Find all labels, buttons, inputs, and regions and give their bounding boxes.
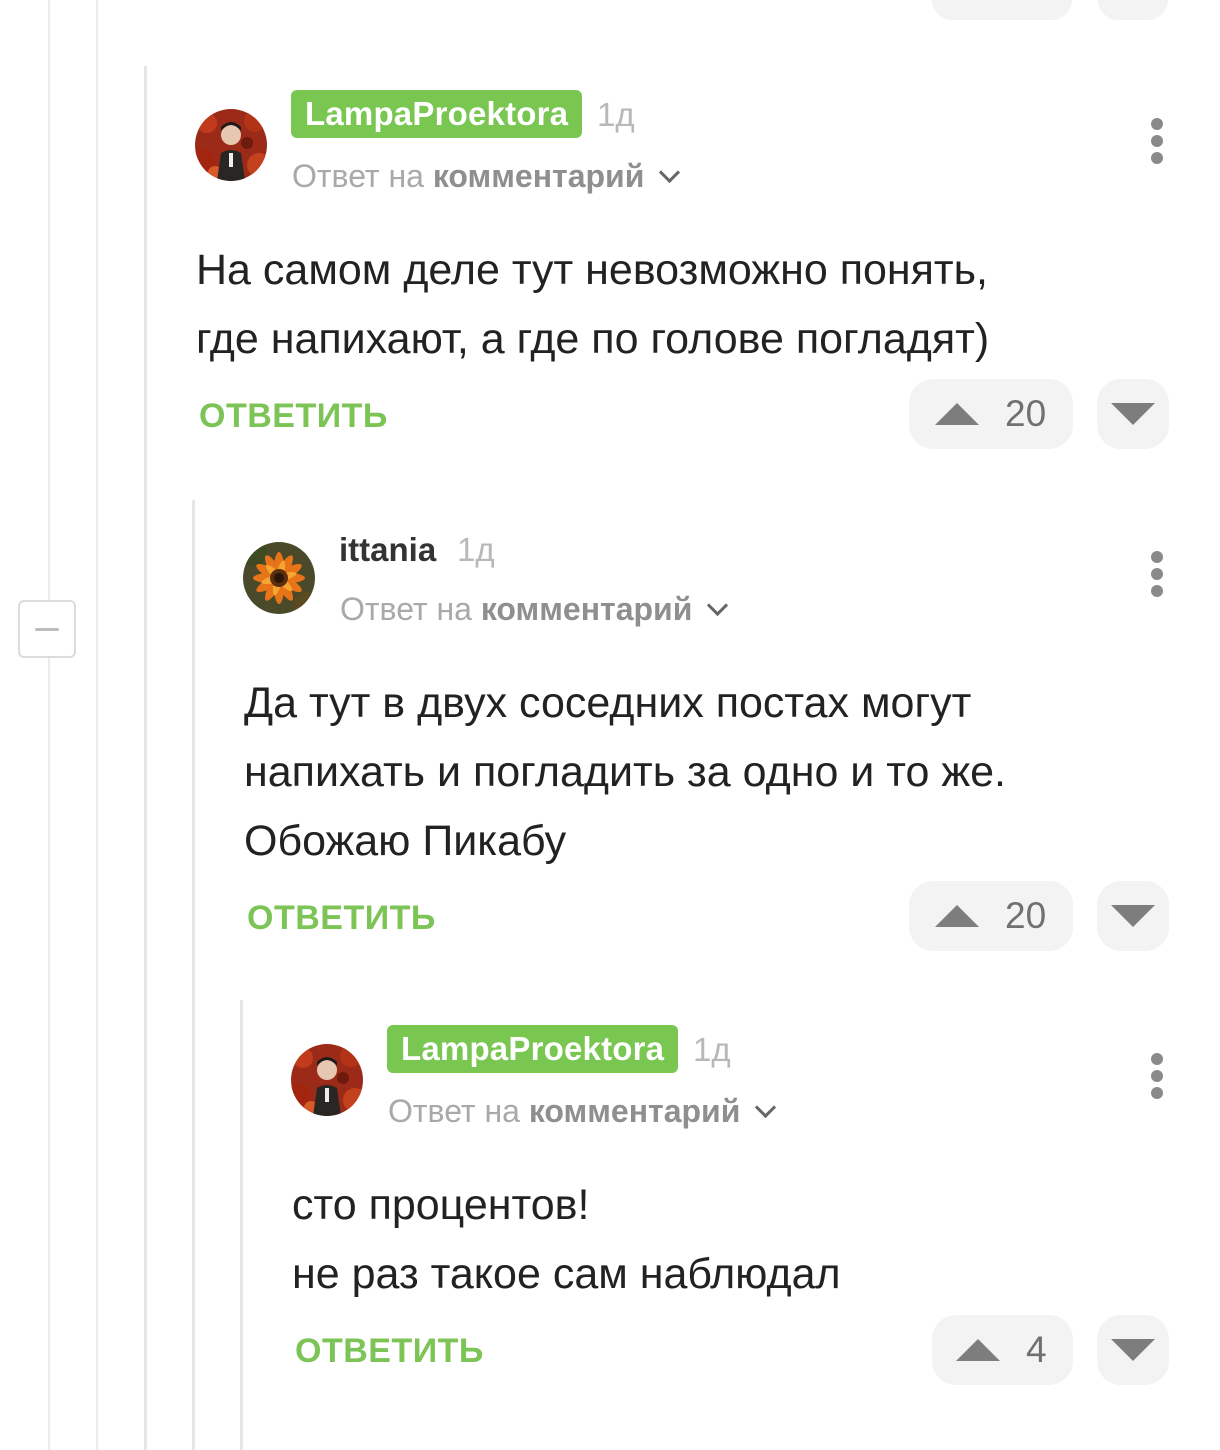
triangle-down-icon bbox=[1111, 905, 1155, 927]
reply-button[interactable]: ОТВЕТИТЬ bbox=[295, 1332, 484, 1371]
avatar[interactable] bbox=[243, 542, 315, 614]
rating-count: 20 bbox=[1005, 895, 1047, 936]
triangle-down-icon bbox=[1111, 1339, 1155, 1361]
chevron-down-icon[interactable] bbox=[755, 1096, 777, 1119]
author-name[interactable]: LampaProektora bbox=[291, 90, 583, 138]
minus-icon bbox=[35, 628, 59, 631]
author-name[interactable]: LampaProektora bbox=[387, 1025, 679, 1073]
downvote-button[interactable] bbox=[1097, 881, 1169, 951]
author-name[interactable]: ittania bbox=[339, 531, 436, 569]
thread-guide-line-2 bbox=[96, 0, 98, 1450]
downvote-button[interactable] bbox=[1097, 1315, 1169, 1385]
reply-prefix: Ответ на bbox=[340, 591, 472, 627]
comment-text: сто процентов! не раз такое сам наблюдал bbox=[292, 1181, 841, 1298]
chevron-down-icon[interactable] bbox=[659, 161, 681, 184]
thread-line-comment-1 bbox=[144, 66, 147, 1450]
previous-upvote-button[interactable] bbox=[932, 0, 1072, 20]
chevron-down-icon[interactable] bbox=[707, 594, 729, 617]
comment-time: 1д bbox=[457, 531, 495, 568]
collapse-thread-button[interactable] bbox=[18, 600, 76, 658]
triangle-up-icon bbox=[956, 1339, 1000, 1361]
reply-context[interactable]: Ответ на комментарий bbox=[340, 591, 729, 628]
triangle-down-icon bbox=[1111, 403, 1155, 425]
rating-count: 4 bbox=[1026, 1329, 1047, 1370]
reply-button[interactable]: ОТВЕТИТЬ bbox=[199, 397, 388, 436]
previous-downvote-button[interactable] bbox=[1098, 0, 1168, 20]
avatar[interactable] bbox=[291, 1044, 363, 1116]
comment-text: На самом деле тут невозможно понять, где… bbox=[196, 246, 990, 363]
thread-guide-line-1-lower bbox=[48, 658, 50, 1450]
reply-target-link[interactable]: комментарий bbox=[433, 158, 645, 194]
downvote-button[interactable] bbox=[1097, 379, 1169, 449]
kebab-menu-icon[interactable] bbox=[1149, 118, 1165, 168]
comment-text: Да тут в двух соседних постах могут напи… bbox=[244, 679, 1006, 865]
comment-time: 1д bbox=[693, 1031, 731, 1068]
thread-line-comment-2 bbox=[192, 500, 195, 1450]
upvote-button[interactable]: 20 bbox=[909, 881, 1073, 951]
reply-prefix: Ответ на bbox=[292, 158, 424, 194]
upvote-button[interactable]: 4 bbox=[932, 1315, 1073, 1385]
reply-button[interactable]: ОТВЕТИТЬ bbox=[247, 899, 436, 938]
kebab-menu-icon[interactable] bbox=[1149, 1053, 1165, 1103]
reply-target-link[interactable]: комментарий bbox=[529, 1093, 741, 1129]
kebab-menu-icon[interactable] bbox=[1149, 551, 1165, 601]
upvote-button[interactable]: 20 bbox=[909, 379, 1073, 449]
triangle-up-icon bbox=[935, 403, 979, 425]
triangle-up-icon bbox=[935, 905, 979, 927]
reply-context[interactable]: Ответ на комментарий bbox=[388, 1093, 777, 1130]
reply-prefix: Ответ на bbox=[388, 1093, 520, 1129]
reply-context[interactable]: Ответ на комментарий bbox=[292, 158, 681, 195]
rating-count: 20 bbox=[1005, 393, 1047, 434]
avatar[interactable] bbox=[195, 109, 267, 181]
reply-target-link[interactable]: комментарий bbox=[481, 591, 693, 627]
thread-guide-line-1 bbox=[48, 0, 50, 600]
comment-time: 1д bbox=[597, 96, 635, 133]
thread-line-comment-3 bbox=[240, 1000, 243, 1450]
